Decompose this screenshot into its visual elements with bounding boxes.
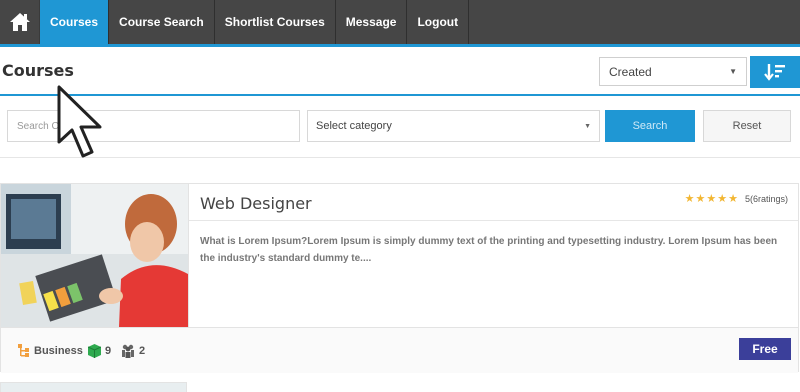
price-badge[interactable]: Free (739, 338, 791, 360)
course-card[interactable]: Web Designer ★ ★ ★ ★ ★ 5(6ratings) What … (0, 183, 799, 373)
sort-select[interactable]: Created ▼ (599, 57, 747, 86)
filter-divider (0, 157, 800, 158)
category-select-value: Select category (316, 120, 392, 132)
nav-course-search[interactable]: Course Search (109, 0, 215, 44)
title-divider (189, 220, 798, 221)
nav-shortlist-courses[interactable]: Shortlist Courses (215, 0, 336, 44)
course-students: 2 (121, 344, 145, 358)
sort-icon (764, 64, 785, 81)
category-label: Business (34, 345, 83, 357)
course-title[interactable]: Web Designer (200, 194, 312, 213)
course-lessons: 9 (88, 344, 111, 358)
search-input[interactable] (7, 110, 300, 142)
sort-order-button[interactable] (750, 56, 800, 88)
course-description: What is Lorem Ipsum?Lorem Ipsum is simpl… (200, 236, 778, 264)
chevron-down-icon: ▼ (729, 67, 737, 76)
nav-courses[interactable]: Courses (40, 0, 110, 44)
course-footer: Business 9 2 Free (1, 327, 798, 373)
star-icon: ★ (728, 193, 738, 205)
sort-select-value: Created (609, 64, 652, 79)
header-divider (0, 94, 800, 96)
lessons-count: 9 (105, 345, 112, 357)
reset-button[interactable]: Reset (703, 110, 791, 142)
page-title: Courses (2, 61, 74, 80)
course-details: Web Designer ★ ★ ★ ★ ★ 5(6ratings) What … (188, 184, 798, 327)
home-button[interactable] (0, 0, 40, 44)
course-category: Business (18, 344, 83, 358)
nav-message[interactable]: Message (336, 0, 408, 44)
nav-logout[interactable]: Logout (407, 0, 470, 44)
category-select[interactable]: Select category ▼ (307, 110, 600, 142)
course-thumbnail-illustration (1, 184, 188, 327)
chevron-down-icon: ▼ (584, 122, 591, 130)
category-icon (18, 344, 29, 357)
course-rating: ★ ★ ★ ★ ★ 5(6ratings) (685, 192, 788, 205)
lessons-icon (88, 344, 101, 358)
star-icon: ★ (717, 193, 728, 205)
students-icon (122, 344, 134, 358)
star-icon: ★ (695, 193, 706, 205)
next-course-card[interactable] (0, 382, 187, 392)
home-icon (9, 13, 30, 31)
rating-text: 5(6ratings) (744, 193, 788, 204)
star-icon: ★ (706, 193, 717, 205)
students-count: 2 (139, 345, 146, 357)
star-icon: ★ (684, 193, 695, 205)
top-navbar: Courses Course Search Shortlist Courses … (0, 0, 800, 47)
search-button[interactable]: Search (605, 110, 695, 142)
course-thumbnail[interactable] (1, 184, 188, 327)
